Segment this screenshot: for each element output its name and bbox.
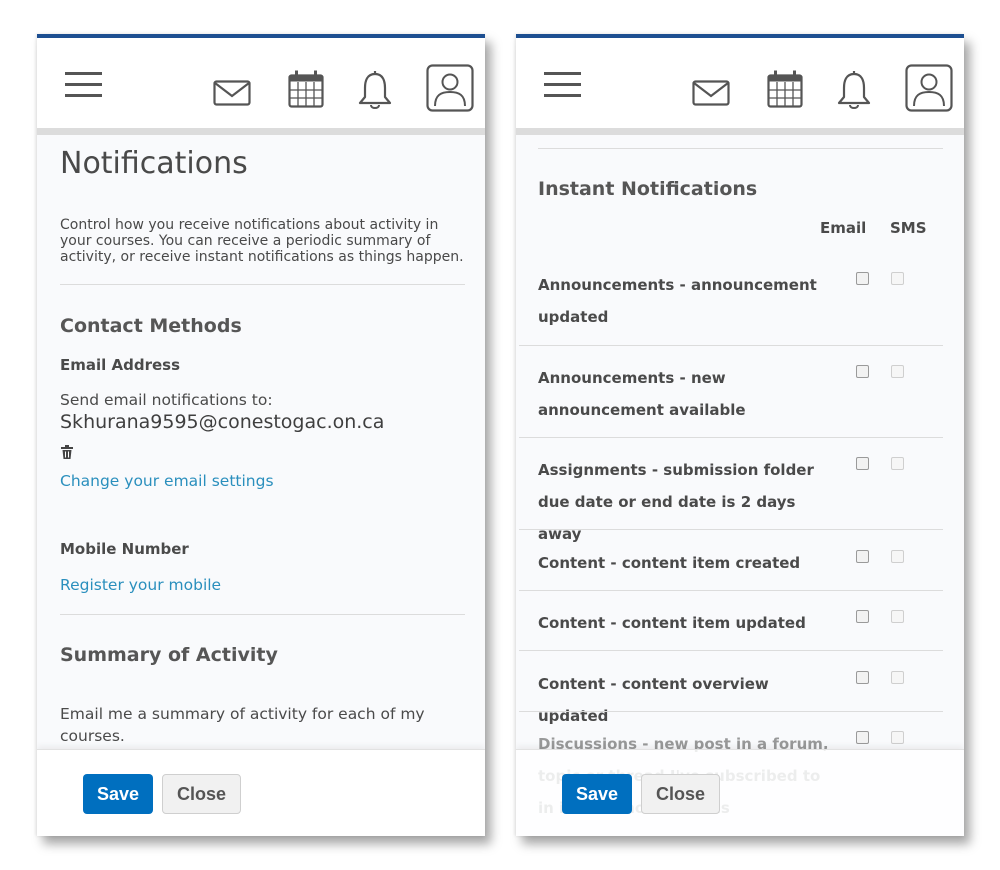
notification-row-label: Assignments - submission folder due date… bbox=[538, 461, 814, 543]
notification-row-label: Content - content item updated bbox=[538, 614, 806, 632]
bell-icon[interactable] bbox=[358, 70, 392, 110]
sms-checkbox bbox=[891, 457, 904, 470]
mobile-number-label: Mobile Number bbox=[60, 540, 189, 558]
trash-icon[interactable] bbox=[60, 445, 74, 460]
email-checkbox[interactable] bbox=[856, 457, 869, 470]
save-button[interactable]: Save bbox=[83, 774, 153, 814]
email-checkbox[interactable] bbox=[856, 272, 869, 285]
email-checkbox[interactable] bbox=[856, 671, 869, 684]
calendar-icon[interactable] bbox=[767, 70, 803, 108]
profile-icon[interactable] bbox=[426, 64, 474, 112]
divider bbox=[538, 148, 943, 149]
instant-notifications-heading: Instant Notifications bbox=[538, 178, 758, 200]
notifications-content: Notifications Control how you receive no… bbox=[37, 135, 485, 836]
menu-icon[interactable] bbox=[65, 72, 103, 98]
divider bbox=[60, 284, 465, 285]
top-navbar bbox=[37, 38, 485, 135]
row-divider bbox=[519, 529, 943, 530]
dialog-footer: Save Close bbox=[516, 749, 964, 836]
page-title: Notifications bbox=[60, 146, 248, 181]
close-button[interactable]: Close bbox=[641, 774, 720, 814]
row-divider bbox=[519, 590, 943, 591]
mail-icon[interactable] bbox=[692, 80, 730, 106]
send-to-text: Send email notifications to: bbox=[60, 391, 273, 409]
notifications-panel-left: Notifications Control how you receive no… bbox=[37, 34, 485, 836]
dialog-footer: Save Close bbox=[37, 749, 485, 836]
save-button[interactable]: Save bbox=[562, 774, 632, 814]
sms-checkbox bbox=[891, 550, 904, 563]
sms-checkbox bbox=[891, 272, 904, 285]
mail-icon[interactable] bbox=[213, 80, 251, 106]
sms-checkbox bbox=[891, 671, 904, 684]
calendar-icon[interactable] bbox=[288, 70, 324, 108]
row-divider bbox=[519, 345, 943, 346]
profile-icon[interactable] bbox=[905, 64, 953, 112]
register-mobile-link[interactable]: Register your mobile bbox=[60, 576, 221, 594]
instant-notifications-content: Instant Notifications Email SMS Announce… bbox=[516, 135, 964, 836]
bell-icon[interactable] bbox=[837, 70, 871, 110]
menu-icon[interactable] bbox=[544, 72, 582, 98]
sms-checkbox bbox=[891, 731, 904, 744]
email-column-header: Email bbox=[820, 219, 867, 237]
notification-row-label: Announcements - new announcement availab… bbox=[538, 369, 746, 419]
notification-row-label: Content - content item created bbox=[538, 554, 801, 572]
row-divider bbox=[519, 711, 943, 712]
email-value: Skhurana9595@conestogac.on.ca bbox=[60, 411, 385, 433]
sms-checkbox bbox=[891, 610, 904, 623]
row-divider bbox=[519, 650, 943, 651]
notification-row-label: Announcements - announcement updated bbox=[538, 276, 817, 326]
email-checkbox[interactable] bbox=[856, 550, 869, 563]
contact-methods-heading: Contact Methods bbox=[60, 315, 242, 337]
sms-checkbox bbox=[891, 365, 904, 378]
email-checkbox[interactable] bbox=[856, 731, 869, 744]
summary-text: Email me a summary of activity for each … bbox=[60, 705, 425, 745]
intro-text: Control how you receive notifications ab… bbox=[60, 217, 464, 265]
summary-heading: Summary of Activity bbox=[60, 644, 278, 666]
email-checkbox[interactable] bbox=[856, 610, 869, 623]
row-divider bbox=[519, 437, 943, 438]
notification-row-label: Content - content overview updated bbox=[538, 675, 769, 725]
email-address-label: Email Address bbox=[60, 356, 181, 374]
email-checkbox[interactable] bbox=[856, 365, 869, 378]
sms-column-header: SMS bbox=[890, 219, 927, 237]
change-email-settings-link[interactable]: Change your email settings bbox=[60, 472, 274, 490]
top-navbar bbox=[516, 38, 964, 135]
notifications-panel-right: Instant Notifications Email SMS Announce… bbox=[516, 34, 964, 836]
divider bbox=[60, 614, 465, 615]
close-button[interactable]: Close bbox=[162, 774, 241, 814]
